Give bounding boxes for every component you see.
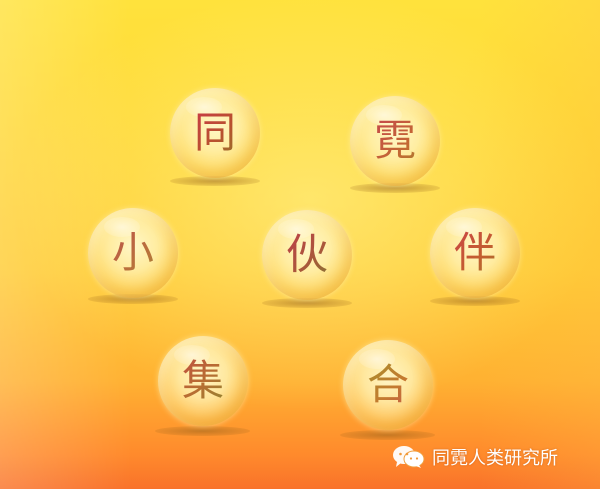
watermark: 同霓人类研究所 bbox=[392, 445, 558, 469]
bubble-char-ban: 伴 bbox=[430, 208, 520, 298]
bubble-char-xiao: 小 bbox=[88, 208, 178, 298]
watermark-text: 同霓人类研究所 bbox=[432, 448, 558, 469]
bubble-ban: 伴 bbox=[430, 208, 520, 298]
wechat-icon bbox=[392, 445, 426, 469]
bubble-ni: 霓 bbox=[350, 96, 440, 186]
poster-canvas: 同 霓 小 伙 伴 集 合 同霓人类研究所 bbox=[0, 0, 600, 489]
bubble-he: 合 bbox=[343, 340, 433, 430]
bubble-huo: 伙 bbox=[262, 210, 352, 300]
bubble-xiao: 小 bbox=[88, 208, 178, 298]
bubble-char-tong: 同 bbox=[170, 88, 260, 178]
bubble-char-ni: 霓 bbox=[350, 96, 440, 186]
bubble-char-huo: 伙 bbox=[262, 210, 352, 300]
bubble-tong: 同 bbox=[170, 88, 260, 178]
bubble-shadow bbox=[155, 426, 250, 436]
bubble-shadow bbox=[340, 430, 435, 440]
bubble-ji: 集 bbox=[158, 336, 248, 426]
bubble-char-he: 合 bbox=[343, 340, 433, 430]
bubble-char-ji: 集 bbox=[158, 336, 248, 426]
